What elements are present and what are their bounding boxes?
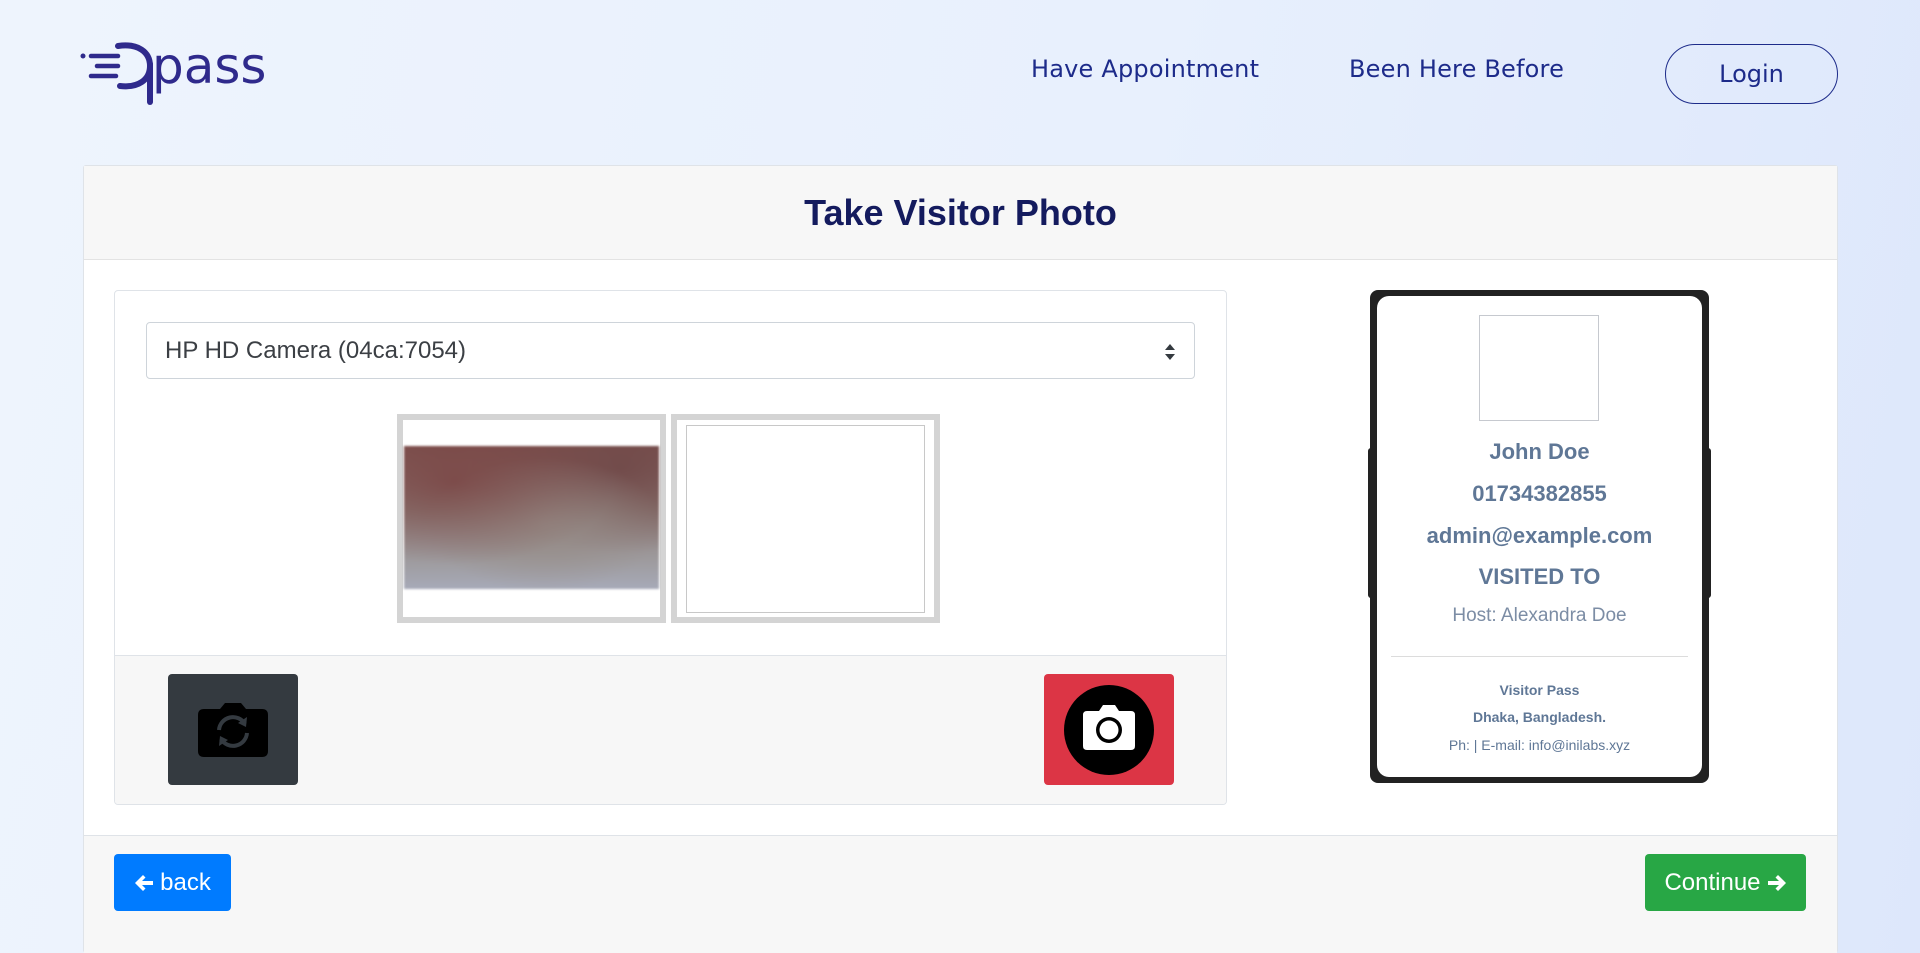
visited-to-label: VISITED TO <box>1478 564 1601 589</box>
captured-photo-frame <box>686 425 925 613</box>
camera-feed <box>404 446 659 589</box>
camera-icon <box>1064 684 1154 775</box>
card-footer: back Continue <box>84 835 1837 953</box>
pass-contact: Ph: | E-mail: info@inilabs.xyz <box>1448 737 1631 753</box>
photo-card: Take Visitor Photo HP HD Camera (04ca:70… <box>83 165 1838 953</box>
card-header: Take Visitor Photo <box>84 166 1837 260</box>
live-camera-preview <box>397 414 666 623</box>
visitor-photo-placeholder <box>1479 315 1599 421</box>
qpass-logo[interactable]: pass <box>80 38 285 108</box>
visitor-name: John Doe <box>1489 439 1590 464</box>
arrow-right-icon <box>1767 874 1786 891</box>
continue-button[interactable]: Continue <box>1645 854 1806 911</box>
switch-camera-button[interactable] <box>168 674 298 785</box>
login-button[interactable]: Login <box>1665 44 1838 104</box>
logo-wordmark: pass <box>152 38 266 95</box>
back-button[interactable]: back <box>114 854 231 911</box>
camera-panel: HP HD Camera (04ca:7054) <box>114 290 1227 805</box>
arrow-left-icon <box>135 874 154 891</box>
pass-divider <box>1391 656 1688 657</box>
pass-company: Visitor Pass <box>1499 682 1580 698</box>
visitor-email: admin@example.com <box>1426 523 1653 548</box>
visitor-pass-card: John Doe 01734382855 admin@example.com V… <box>1368 290 1711 783</box>
site-header: pass Have Appointment Been Here Before L… <box>0 0 1920 150</box>
pass-address: Dhaka, Bangladesh. <box>1472 709 1607 725</box>
visitor-pass-body: John Doe 01734382855 admin@example.com V… <box>1377 296 1702 777</box>
select-arrows-icon <box>1165 344 1175 360</box>
host-name: Host: Alexandra Doe <box>1452 605 1627 626</box>
capture-photo-button[interactable] <box>1044 674 1174 785</box>
visitor-phone: 01734382855 <box>1472 481 1607 506</box>
captured-photo-preview <box>671 414 940 623</box>
camera-controls <box>115 655 1226 804</box>
nav-have-appointment[interactable]: Have Appointment <box>1031 55 1259 83</box>
nav-been-here-before[interactable]: Been Here Before <box>1349 55 1564 83</box>
camera-device-select[interactable]: HP HD Camera (04ca:7054) <box>146 322 1195 379</box>
continue-label: Continue <box>1664 868 1761 896</box>
page-title: Take Visitor Photo <box>804 191 1117 233</box>
back-label: back <box>160 868 211 896</box>
camera-device-value: HP HD Camera (04ca:7054) <box>165 336 467 364</box>
camera-switch-icon <box>198 702 268 757</box>
